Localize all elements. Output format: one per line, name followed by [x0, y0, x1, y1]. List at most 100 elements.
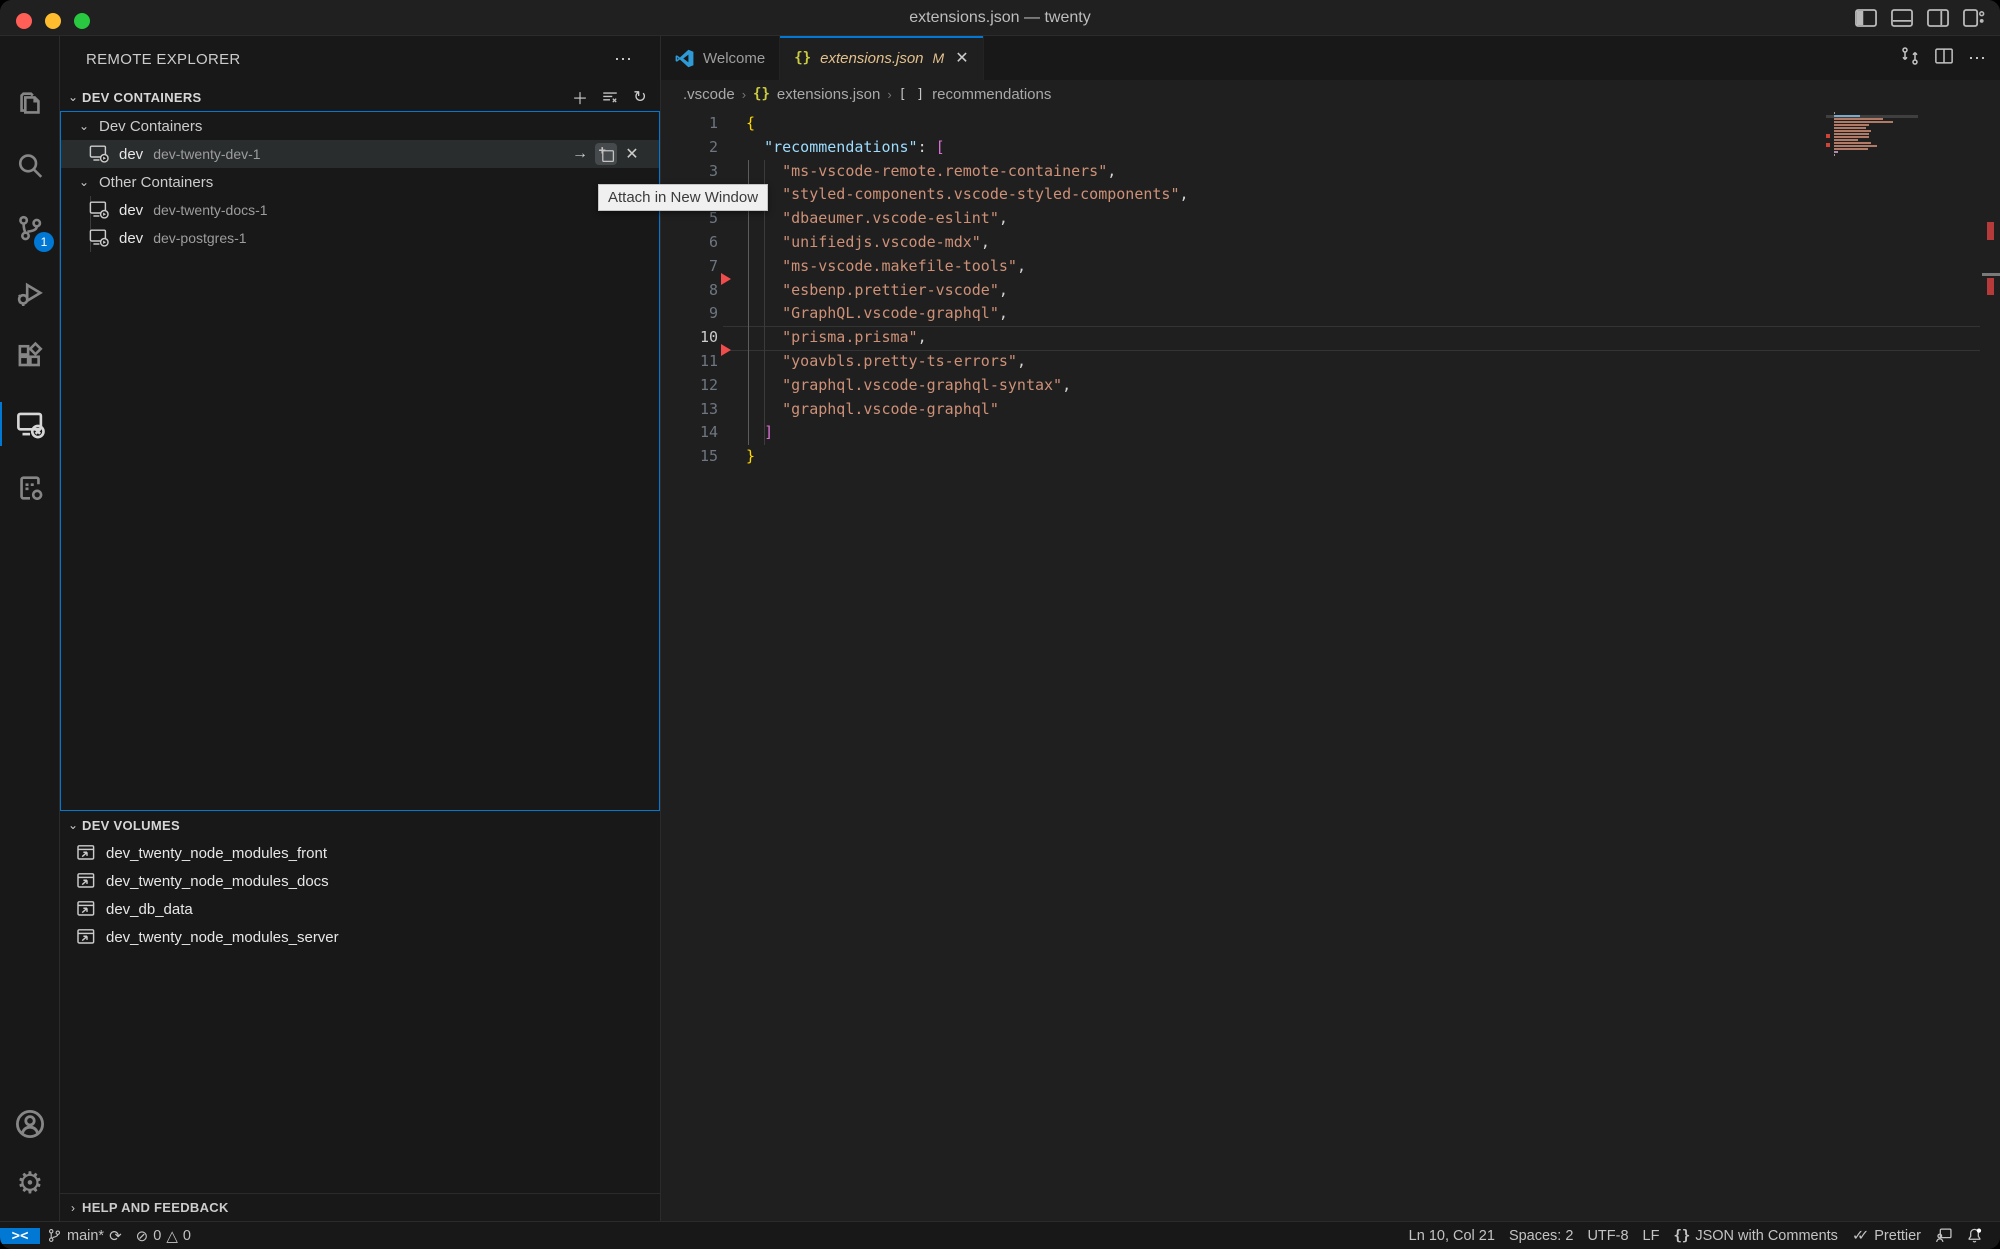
chevron-down-icon: ⌄: [64, 818, 82, 832]
accounts-icon[interactable]: [10, 1104, 50, 1144]
activity-bar: 1 ⚙: [0, 36, 60, 1221]
remote-explorer-icon[interactable]: [10, 404, 50, 444]
split-editor-icon[interactable]: [1934, 46, 1954, 71]
tab-welcome[interactable]: Welcome: [661, 36, 780, 80]
run-debug-icon[interactable]: [10, 274, 50, 314]
settings-gear-icon[interactable]: ⚙: [10, 1164, 50, 1204]
json-file-icon: {}: [794, 50, 811, 66]
volume-item[interactable]: dev_db_data: [60, 895, 660, 923]
vscode-logo-icon: [675, 49, 694, 68]
toggle-panel-icon[interactable]: [1890, 7, 1914, 29]
section-header-dev-volumes[interactable]: ⌄ DEV VOLUMES: [60, 811, 660, 839]
volume-item[interactable]: dev_twenty_node_modules_front: [60, 839, 660, 867]
volume-icon: [76, 844, 98, 862]
git-branch-item[interactable]: main* ⟳: [40, 1227, 129, 1245]
container-item-dev-twenty-docs-1[interactable]: dev dev-twenty-docs-1: [61, 196, 659, 224]
editor-more-actions-icon[interactable]: ⋯: [1968, 48, 1988, 69]
compare-changes-icon[interactable]: [1900, 46, 1920, 71]
editor-group: Welcome {} extensions.json M ✕ ⋯: [661, 36, 2000, 1221]
sync-icon: ⟳: [109, 1227, 122, 1245]
double-check-icon: ✓✓: [1852, 1228, 1862, 1244]
container-item-dev-twenty-dev-1[interactable]: dev dev-twenty-dev-1 → ✕: [61, 140, 659, 168]
overview-ruler-marker: [1987, 222, 1994, 240]
feedback-icon[interactable]: [1928, 1227, 1959, 1244]
minimize-window-button[interactable]: [45, 13, 61, 29]
container-item-dev-postgres-1[interactable]: dev dev-postgres-1: [61, 224, 659, 252]
modified-badge: M: [933, 50, 945, 66]
chevron-down-icon: ⌄: [79, 119, 99, 133]
attach-in-current-window-icon[interactable]: →: [569, 143, 591, 165]
refresh-button[interactable]: ↻: [628, 85, 652, 109]
window-title: extensions.json — twenty: [0, 9, 2000, 27]
clear-list-button[interactable]: [598, 85, 622, 109]
problems-item[interactable]: ⊘ 0 △ 0: [129, 1227, 198, 1245]
vscode-window: extensions.json — twenty: [0, 0, 2000, 1249]
tree-group-other-containers[interactable]: ⌄ Other Containers: [61, 168, 659, 196]
breadcrumb-folder[interactable]: .vscode: [683, 86, 735, 103]
minimap[interactable]: [1826, 112, 1918, 157]
tooltip: Attach in New Window: [598, 184, 768, 211]
section-header-help-and-feedback[interactable]: › HELP AND FEEDBACK: [60, 1193, 660, 1221]
code-lines: { "recommendations": [ "ms-vscode-remote…: [746, 112, 1900, 469]
indentation-item[interactable]: Spaces: 2: [1502, 1228, 1581, 1244]
tab-extensions-json[interactable]: {} extensions.json M ✕: [780, 36, 983, 80]
formatter-item[interactable]: ✓✓ Prettier: [1845, 1228, 1928, 1244]
errors-icon: ⊘: [136, 1227, 149, 1245]
chevron-right-icon: ›: [64, 1201, 82, 1215]
volume-icon: [76, 900, 98, 918]
active-view-indicator: [0, 402, 2, 446]
volume-item[interactable]: dev_twenty_node_modules_docs: [60, 867, 660, 895]
remote-explorer-sidebar: REMOTE EXPLORER ⋯ ⌄ DEV CONTAINERS ＋ ↻ ⌄…: [60, 36, 661, 1221]
customize-layout-icon[interactable]: [1962, 7, 1986, 29]
toggle-secondary-sidebar-icon[interactable]: [1926, 7, 1950, 29]
encoding-item[interactable]: UTF-8: [1580, 1228, 1635, 1244]
search-icon[interactable]: [10, 146, 50, 186]
add-container-button[interactable]: ＋: [568, 85, 592, 109]
extensions-icon[interactable]: [10, 336, 50, 376]
sidebar-more-actions-icon[interactable]: ⋯: [614, 49, 634, 70]
section-header-dev-containers[interactable]: ⌄ DEV CONTAINERS ＋ ↻: [60, 83, 660, 111]
explorer-icon[interactable]: [10, 84, 50, 124]
overview-ruler-cursor: [1982, 273, 2000, 276]
warnings-icon: △: [166, 1227, 178, 1245]
chevron-down-icon: ⌄: [79, 175, 99, 189]
source-control-icon[interactable]: 1: [10, 208, 50, 248]
json-file-icon: {}: [753, 86, 770, 102]
traffic-lights: [16, 13, 90, 29]
dev-containers-tree: ⌄ Dev Containers dev dev-twenty-dev-1 →: [60, 111, 660, 811]
remote-indicator[interactable]: ><: [0, 1228, 40, 1244]
eol-item[interactable]: LF: [1636, 1228, 1667, 1244]
container-tools-icon[interactable]: [10, 468, 50, 508]
dev-container-icon: [89, 229, 111, 247]
dev-container-icon: [89, 145, 111, 163]
source-control-badge: 1: [34, 232, 54, 252]
volume-item[interactable]: dev_twenty_node_modules_server: [60, 923, 660, 951]
stop-container-icon[interactable]: ✕: [621, 143, 643, 165]
language-mode-item[interactable]: {} JSON with Comments: [1666, 1228, 1844, 1244]
chevron-right-icon: ›: [742, 87, 746, 102]
git-branch-icon: [47, 1228, 62, 1243]
deleted-lines-marker-icon: [721, 344, 731, 356]
zoom-window-button[interactable]: [74, 13, 90, 29]
toggle-primary-sidebar-icon[interactable]: [1854, 7, 1878, 29]
gutter: 123456789101112131415: [661, 112, 718, 469]
close-window-button[interactable]: [16, 13, 32, 29]
cursor-position-item[interactable]: Ln 10, Col 21: [1402, 1228, 1502, 1244]
title-bar: extensions.json — twenty: [0, 0, 2000, 36]
volume-icon: [76, 928, 98, 946]
volume-icon: [76, 872, 98, 890]
braces-icon: {}: [1673, 1228, 1690, 1244]
notifications-bell-icon[interactable]: [1959, 1227, 1990, 1244]
deleted-lines-marker-icon: [721, 273, 731, 285]
breadcrumb-file[interactable]: extensions.json: [777, 86, 880, 103]
breadcrumb-symbol[interactable]: recommendations: [932, 86, 1051, 103]
status-bar: >< main* ⟳ ⊘ 0 △ 0 Ln 10, Col 21 Spaces:…: [0, 1221, 2000, 1249]
code-editor[interactable]: 123456789101112131415 { "recommendations…: [661, 108, 2000, 1221]
breadcrumb: .vscode › {} extensions.json › [ ] recom…: [661, 80, 2000, 108]
symbol-array-icon: [ ]: [899, 87, 925, 102]
overview-ruler-marker: [1987, 278, 1994, 295]
close-tab-icon[interactable]: ✕: [955, 48, 968, 68]
attach-in-new-window-icon[interactable]: [595, 143, 617, 165]
tree-group-dev-containers[interactable]: ⌄ Dev Containers: [61, 112, 659, 140]
dev-container-icon: [89, 201, 111, 219]
